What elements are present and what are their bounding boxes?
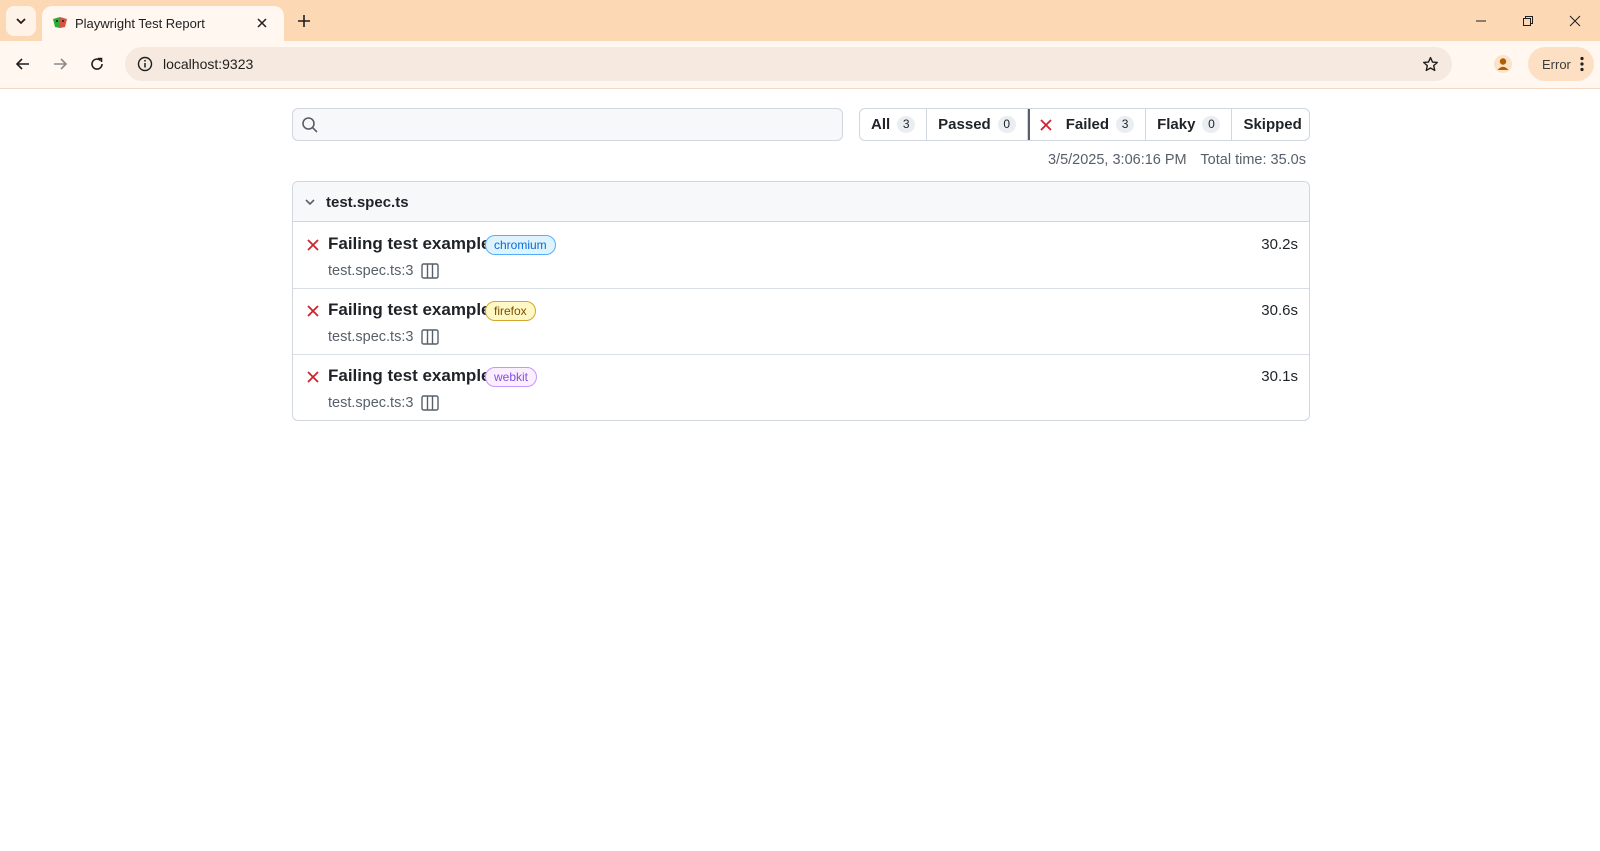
plus-icon [298, 15, 310, 27]
x-icon [307, 239, 319, 251]
project-tag-webkit[interactable]: webkit [485, 367, 538, 387]
tab-search-button[interactable] [6, 6, 36, 36]
filter-flaky[interactable]: Flaky 0 [1146, 109, 1233, 140]
total-time: Total time: 35.0s [1200, 152, 1306, 168]
test-duration: 30.1s [1261, 368, 1298, 385]
address-bar[interactable]: localhost:9323 [125, 47, 1452, 81]
close-window-button[interactable] [1552, 0, 1598, 41]
filter-skipped-label: Skipped [1243, 116, 1302, 133]
restore-icon [1523, 15, 1533, 26]
info-icon [137, 56, 153, 72]
test-title[interactable]: Failing test example [328, 234, 491, 254]
more-vertical-icon [1576, 55, 1588, 73]
site-info-button[interactable] [133, 52, 157, 76]
test-duration: 30.6s [1261, 302, 1298, 319]
filter-passed[interactable]: Passed 0 [927, 109, 1028, 140]
arrow-right-icon [54, 58, 68, 70]
minimize-button[interactable] [1458, 0, 1504, 41]
filter-flaky-count: 0 [1202, 116, 1221, 133]
report-meta: 3/5/2025, 3:06:16 PM Total time: 35.0s [1048, 152, 1306, 168]
chevron-down-icon [305, 199, 315, 206]
playwright-icon [53, 17, 67, 28]
filter-all-label: All [871, 116, 891, 133]
trace-columns-icon[interactable] [421, 395, 439, 411]
tab-title: Playwright Test Report [75, 16, 205, 31]
file-header[interactable]: test.spec.ts [293, 182, 1309, 222]
restore-button[interactable] [1505, 0, 1551, 41]
test-row[interactable]: Failing test example firefox test.spec.t… [293, 289, 1309, 355]
filter-flaky-label: Flaky [1157, 116, 1196, 133]
back-button[interactable] [7, 48, 39, 80]
test-row[interactable]: Failing test example webkit test.spec.ts… [293, 355, 1309, 420]
trace-columns-icon[interactable] [421, 329, 439, 345]
x-icon [307, 305, 319, 317]
person-icon [1494, 55, 1512, 73]
forward-button[interactable] [44, 48, 76, 80]
test-title[interactable]: Failing test example [328, 366, 491, 386]
reload-icon [91, 57, 103, 70]
filter-failed-label: Failed [1065, 116, 1110, 133]
filter-failed[interactable]: Failed 3 [1028, 109, 1147, 140]
filter-skipped-count: 0 [1308, 116, 1309, 133]
test-location: test.spec.ts:3 [328, 395, 414, 411]
chevron-down-icon [16, 18, 26, 25]
profile-error-menu[interactable]: Error [1528, 47, 1594, 81]
filter-all[interactable]: All 3 [860, 109, 928, 140]
filter-passed-count: 0 [997, 116, 1016, 133]
reload-button[interactable] [81, 48, 113, 80]
filter-skipped[interactable]: Skipped 0 [1232, 109, 1309, 140]
test-row[interactable]: Failing test example chromium test.spec.… [293, 223, 1309, 289]
filter-all-count: 3 [897, 116, 916, 133]
filter-failed-count: 3 [1116, 116, 1135, 133]
test-duration: 30.2s [1261, 236, 1298, 253]
close-icon [1569, 15, 1581, 26]
search-icon [302, 117, 318, 133]
tab-close-button[interactable] [252, 13, 272, 33]
star-icon [1422, 56, 1438, 71]
bookmark-button[interactable] [1418, 52, 1442, 76]
test-location: test.spec.ts:3 [328, 329, 414, 345]
browser-toolbar: localhost:9323 Error [0, 41, 1600, 89]
new-tab-button[interactable] [290, 8, 318, 34]
minimize-icon [1476, 20, 1486, 21]
filter-passed-label: Passed [938, 116, 991, 133]
test-title[interactable]: Failing test example [328, 300, 491, 320]
error-label: Error [1542, 57, 1571, 72]
file-name: test.spec.ts [326, 194, 409, 211]
search-input[interactable] [325, 113, 830, 137]
test-location: test.spec.ts:3 [328, 263, 414, 279]
close-icon [257, 18, 267, 28]
search-box [292, 108, 843, 141]
file-group: test.spec.ts Failing test example chromi… [292, 181, 1310, 421]
x-icon [307, 371, 319, 383]
project-tag-firefox[interactable]: firefox [485, 301, 536, 321]
browser-tab[interactable]: Playwright Test Report [42, 6, 284, 41]
profile-button[interactable] [1488, 49, 1518, 79]
project-tag-chromium[interactable]: chromium [485, 235, 556, 255]
trace-columns-icon[interactable] [421, 263, 439, 279]
tab-strip: Playwright Test Report [0, 0, 1600, 41]
address-url[interactable]: localhost:9323 [163, 56, 253, 72]
arrow-left-icon [15, 58, 29, 70]
x-icon [1040, 118, 1052, 131]
status-filter-bar: All 3 Passed 0 Failed 3 Flaky 0 Skipped … [859, 108, 1310, 141]
report-date: 3/5/2025, 3:06:16 PM [1047, 152, 1187, 168]
